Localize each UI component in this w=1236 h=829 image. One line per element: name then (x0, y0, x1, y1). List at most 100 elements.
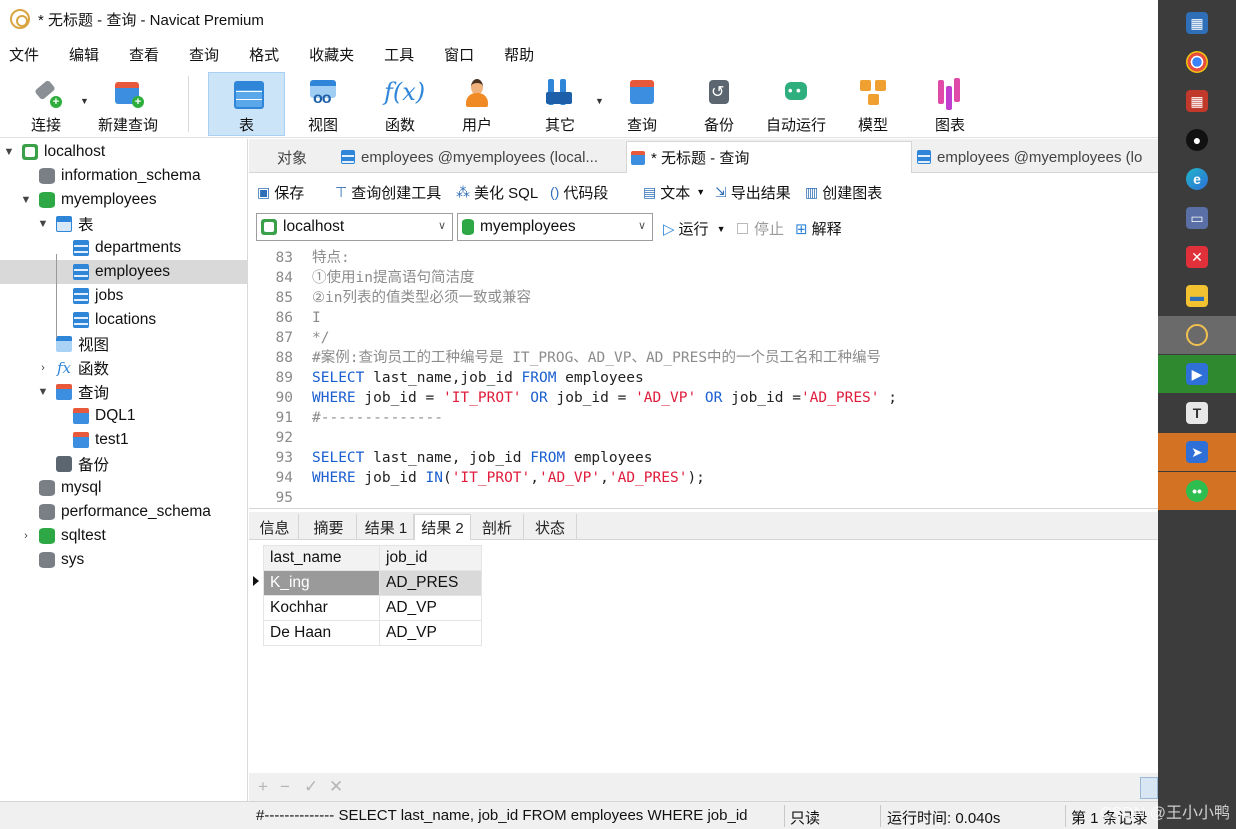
cell-job-id[interactable]: AD_VP (379, 595, 482, 621)
menu-edit[interactable]: 编辑 (60, 44, 108, 65)
menu-tools[interactable]: 工具 (375, 44, 423, 65)
code-line[interactable]: 92 (249, 428, 1158, 448)
chrome-icon[interactable] (1158, 43, 1236, 81)
discard-changes-button[interactable]: ✕ (329, 777, 343, 797)
xmind-icon[interactable]: ✕ (1158, 238, 1236, 276)
code-line[interactable]: 83 特点: (249, 248, 1158, 268)
tree-node-jobs[interactable]: jobs (0, 284, 247, 308)
tree-node-test1[interactable]: test1 (0, 428, 247, 452)
stop-button[interactable]: 停止 (737, 218, 784, 239)
edge-icon[interactable]: e (1158, 160, 1236, 198)
collapse-arrow-icon[interactable]: ▼ (36, 386, 50, 398)
tree-node-myemployees[interactable]: ▼ myemployees (0, 188, 247, 212)
create-chart-button[interactable]: ▥ 创建图表 (805, 182, 882, 203)
column-header-last-name[interactable]: last_name (263, 545, 380, 571)
tree-node-functions[interactable]: › fx 函数 (0, 356, 247, 380)
tab-untitled-query[interactable]: * 无标题 - 查询 (626, 141, 912, 173)
qq-icon[interactable]: ● (1158, 121, 1236, 159)
view-button[interactable]: 视图 (290, 72, 356, 136)
connection-select[interactable]: localhost ∨ (256, 213, 453, 241)
collapse-arrow-icon[interactable]: ▼ (2, 146, 16, 158)
menu-help[interactable]: 帮助 (495, 44, 543, 65)
code-snippet-button[interactable]: () 代码段 (550, 182, 608, 203)
tab-result-2[interactable]: 结果 2 (414, 514, 471, 540)
code-line[interactable]: 89 SELECT last_name,job_id FROM employees (249, 368, 1158, 388)
file-explorer-icon[interactable]: ▬ (1158, 277, 1236, 315)
tab-info[interactable]: 信息 (251, 514, 299, 540)
video-app-icon[interactable]: ▶ (1158, 355, 1236, 393)
app-grid-icon[interactable]: ▦ (1158, 82, 1236, 120)
new-query-button[interactable]: 新建查询 (94, 72, 162, 136)
cell-last-name[interactable]: De Haan (263, 620, 380, 646)
tab-objects[interactable]: 对象 (277, 141, 337, 173)
tree-node-views[interactable]: 视图 (0, 332, 247, 356)
query-button[interactable]: 查询 (609, 72, 675, 136)
database-select[interactable]: myemployees ∨ (457, 213, 653, 241)
tab-result-1[interactable]: 结果 1 (359, 514, 414, 540)
tree-node-queries[interactable]: ▼ 查询 (0, 380, 247, 404)
menu-favorites[interactable]: 收藏夹 (300, 44, 363, 65)
tree-node-locations[interactable]: locations (0, 308, 247, 332)
menu-window[interactable]: 窗口 (435, 44, 483, 65)
menu-format[interactable]: 格式 (240, 44, 288, 65)
cell-last-name[interactable]: K_ing (263, 570, 380, 596)
column-header-job-id[interactable]: job_id (379, 545, 482, 571)
query-builder-button[interactable]: ⊤ 查询创建工具 (335, 182, 441, 203)
code-line[interactable]: 93 SELECT last_name, job_id FROM employee… (249, 448, 1158, 468)
tab-profile[interactable]: 剖析 (471, 514, 524, 540)
menu-file[interactable]: 文件 (0, 44, 48, 65)
tab-summary[interactable]: 摘要 (301, 514, 357, 540)
backup-button[interactable]: 备份 (686, 72, 752, 136)
code-line[interactable]: 87 */ (249, 328, 1158, 348)
explain-button[interactable]: ⊞ 解释 (795, 218, 842, 239)
code-line[interactable]: 85 ②in列表的值类型必须一致或兼容 (249, 288, 1158, 308)
grid-view-icon[interactable] (1140, 777, 1158, 799)
add-record-button[interactable]: + (258, 777, 268, 797)
tree-node-information-schema[interactable]: information_schema (0, 164, 247, 188)
text-dropdown-icon[interactable]: ▼ (696, 187, 705, 197)
table-row[interactable]: Kochhar AD_VP (263, 595, 482, 621)
expand-arrow-icon[interactable]: › (36, 362, 50, 374)
code-line[interactable]: 86 I (249, 308, 1158, 328)
run-dropdown-icon[interactable]: ▼ (717, 224, 726, 234)
tree-node-performance-schema[interactable]: performance_schema (0, 500, 247, 524)
tree-node-employees[interactable]: employees (0, 260, 247, 284)
tree-node-tables[interactable]: ▼ 表 (0, 212, 247, 236)
function-button[interactable]: f(x) 函数 (367, 72, 433, 136)
collapse-arrow-icon[interactable]: ▼ (36, 218, 50, 230)
table-row[interactable]: De Haan AD_VP (263, 620, 482, 646)
cell-last-name[interactable]: Kochhar (263, 595, 380, 621)
cell-job-id[interactable]: AD_PRES (379, 570, 482, 596)
beautify-sql-button[interactable]: ⁂ 美化 SQL (456, 182, 538, 203)
other-dropdown-icon[interactable]: ▼ (595, 96, 604, 106)
save-button[interactable]: ▣ 保存 (257, 182, 304, 203)
code-line[interactable]: 84 ①使用in提高语句简洁度 (249, 268, 1158, 288)
tree-node-mysql[interactable]: mysql (0, 476, 247, 500)
code-line[interactable]: 91 #-------------- (249, 408, 1158, 428)
code-line[interactable]: 90 WHERE job_id = 'IT_PROT' OR job_id = '… (249, 388, 1158, 408)
sql-editor[interactable]: 83 特点: 84 ①使用in提高语句简洁度 85 ②in列表的值类型必须一致或兼容 86 I… (249, 247, 1158, 509)
cell-job-id[interactable]: AD_VP (379, 620, 482, 646)
tab-employees-table[interactable]: employees @myemployees (local... (341, 141, 625, 173)
calculator-icon[interactable]: ▦ (1158, 4, 1236, 42)
remote-desktop-icon[interactable]: ▭ (1158, 199, 1236, 237)
text-button[interactable]: ▤ 文本 ▼ (643, 182, 705, 203)
navicat-icon[interactable] (1158, 316, 1236, 354)
delete-record-button[interactable]: − (280, 777, 290, 797)
automation-button[interactable]: 自动运行 (760, 72, 832, 136)
tree-node-backups[interactable]: 备份 (0, 452, 247, 476)
tree-node-dql1[interactable]: DQL1 (0, 404, 247, 428)
apply-changes-button[interactable]: ✓ (304, 777, 318, 797)
typora-icon[interactable]: T (1158, 394, 1236, 432)
other-button[interactable]: 其它 (527, 72, 593, 136)
code-line[interactable]: 94 WHERE job_id IN('IT_PROT','AD_VP','AD_… (249, 468, 1158, 488)
code-line[interactable]: 95 (249, 488, 1158, 508)
chart-button[interactable]: 图表 (917, 72, 983, 136)
table-button[interactable]: 表 (208, 72, 285, 136)
tree-node-sqltest[interactable]: › sqltest (0, 524, 247, 548)
user-button[interactable]: 用户 (444, 72, 510, 136)
model-button[interactable]: 模型 (840, 72, 906, 136)
tree-node-sys[interactable]: sys (0, 548, 247, 572)
menu-query[interactable]: 查询 (180, 44, 228, 65)
tree-node-localhost[interactable]: ▼ localhost (0, 140, 247, 164)
